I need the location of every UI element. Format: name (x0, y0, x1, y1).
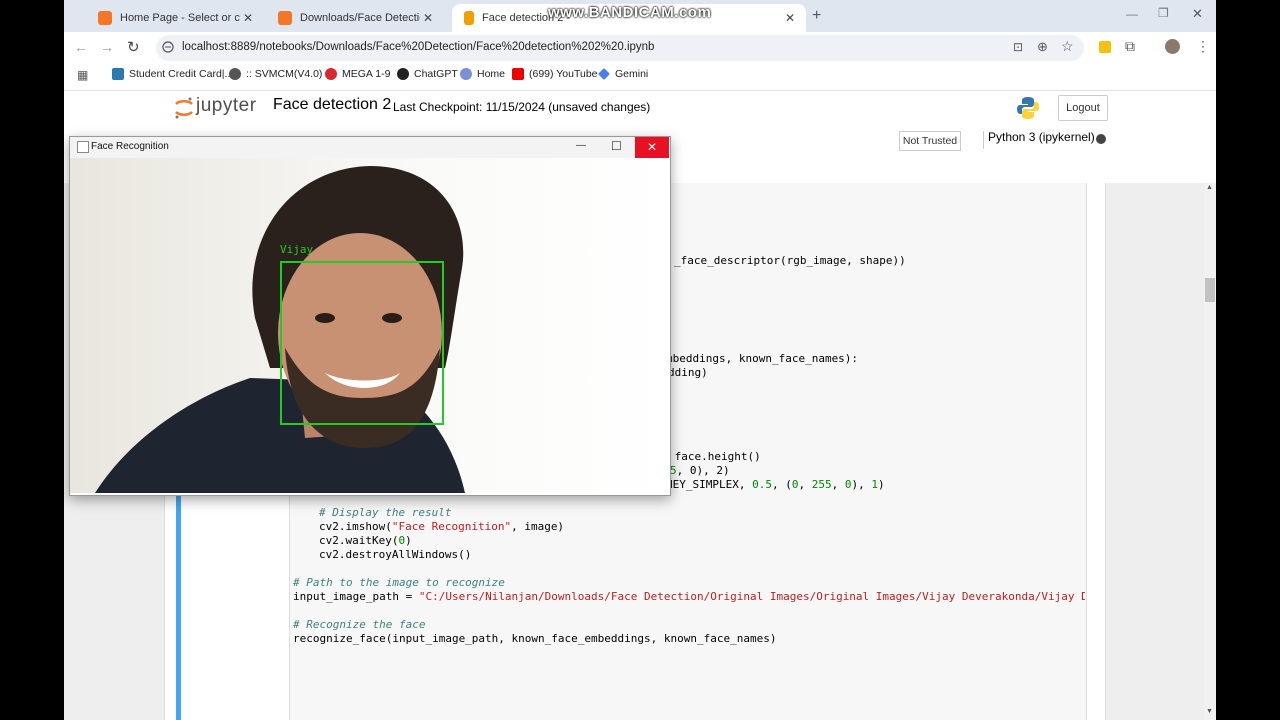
code-line: HEY_SIMPLEX, 0.5, (0, 255, 0), 1) (666, 478, 885, 491)
bookmark-student-credit[interactable]: Student Credit Card|... (112, 68, 233, 80)
notebook-title[interactable]: Face detection 2 (273, 96, 391, 114)
bookmark-svmcm[interactable]: :: SVMCM(V4.0) :: (229, 68, 331, 80)
code-line: face.height() (668, 450, 761, 463)
python-logo-icon (1016, 96, 1040, 125)
portrait-illustration (70, 158, 668, 493)
puzzle-icon[interactable]: ⧉ (1125, 38, 1135, 55)
profile-avatar[interactable] (1165, 39, 1180, 54)
scrollbar-thumb[interactable] (1205, 278, 1215, 302)
bookmark-chatgpt[interactable]: ChatGPT (397, 68, 458, 80)
bookmark-home[interactable]: Home (460, 68, 505, 80)
tab-label: Downloads/Face Detection/ (300, 12, 420, 24)
menu-kebab-icon[interactable]: ⋮ (1196, 38, 1210, 55)
bookmark-gemini[interactable]: Gemini (598, 68, 648, 80)
divider (983, 131, 984, 149)
code-comment: # Path to the image to recognize (293, 576, 505, 589)
jupyter-logo[interactable] (174, 96, 194, 125)
code-line: mbeddings, known_face_names): (666, 352, 859, 365)
tab-downloads[interactable]: Downloads/Face Detection/ ✕ (266, 4, 444, 32)
apps-grid-icon[interactable]: ▦ (77, 68, 88, 82)
code-line: cv2.waitKey(0) (319, 534, 412, 547)
back-icon[interactable]: ← (74, 39, 88, 55)
code-line: input_image_path = "C:/Users/Nilanjan/Do… (293, 590, 1085, 603)
close-tab-icon[interactable]: ✕ (240, 11, 256, 25)
bookmark-youtube[interactable]: (699) YouTube (512, 68, 598, 80)
translate-icon[interactable]: ⊡ (1013, 40, 1023, 54)
site-info-icon[interactable] (162, 40, 174, 53)
code-comment: # Display the result (319, 506, 452, 519)
jupyter-wordmark[interactable]: jupyter (196, 95, 257, 117)
face-window-maximize-icon[interactable]: ☐ (611, 139, 622, 153)
code-line: cv2.imshow("Face Recognition", image) (319, 520, 565, 533)
code-comment: # Recognize the face (293, 618, 426, 631)
face-image (70, 158, 668, 493)
jupyter-favicon-icon (98, 11, 112, 25)
code-line: recognize_face(input_image_path, known_f… (293, 632, 777, 645)
tab-label: Home Page - Select or create a (120, 12, 240, 24)
trust-indicator[interactable]: Not Trusted (899, 131, 961, 151)
face-window-minimize-icon[interactable]: — (576, 140, 586, 151)
code-line: cv2.destroyAllWindows() (319, 548, 472, 561)
bookmark-star-icon[interactable]: ☆ (1061, 38, 1074, 55)
url-text[interactable]: localhost:8889/notebooks/Downloads/Face%… (182, 41, 654, 53)
close-tab-icon[interactable]: ✕ (782, 11, 798, 25)
code-line: 5, 0), 2) (670, 464, 730, 477)
kernel-name[interactable]: Python 3 (ipykernel) (988, 130, 1095, 144)
bookmark-mega[interactable]: MEGA 1-9 (325, 68, 390, 80)
jupyter-favicon-icon (278, 11, 292, 25)
kernel-busy-indicator (1096, 134, 1106, 144)
zoom-icon[interactable]: ⊕ (1037, 39, 1048, 55)
face-window-title: Face Recognition (91, 141, 169, 152)
logout-button[interactable]: Logout (1058, 95, 1108, 121)
window-app-icon (77, 141, 89, 153)
close-tab-icon[interactable]: ✕ (420, 11, 436, 25)
hourglass-icon (464, 11, 474, 25)
restore-window-icon[interactable]: ❐ (1158, 6, 1169, 20)
checkpoint-status: Last Checkpoint: 11/15/2024 (unsaved cha… (393, 100, 651, 114)
face-window-close-icon[interactable]: ✕ (635, 137, 669, 158)
code-line: dding) (668, 366, 708, 379)
bandicam-watermark: www.BANDICAM.com (548, 4, 712, 21)
new-tab-button[interactable]: + (812, 7, 821, 25)
extension-icon[interactable] (1099, 41, 1111, 53)
scroll-up-arrow-icon[interactable]: ▲ (1206, 184, 1213, 191)
code-line: _face_descriptor(rgb_image, shape)) (674, 254, 906, 267)
reload-icon[interactable]: ↻ (127, 38, 140, 56)
page-scrollbar[interactable] (1204, 183, 1216, 720)
left-letterbox (0, 0, 64, 720)
forward-icon[interactable]: → (100, 39, 114, 55)
minimize-window-icon[interactable]: — (1126, 7, 1138, 21)
detected-face-label: Vijay (280, 243, 314, 256)
scroll-down-arrow-icon[interactable]: ▼ (1206, 708, 1213, 715)
right-letterbox (1216, 0, 1280, 720)
close-window-icon[interactable]: ✕ (1192, 6, 1203, 22)
tab-home-page[interactable]: Home Page - Select or create a ✕ (86, 4, 264, 32)
